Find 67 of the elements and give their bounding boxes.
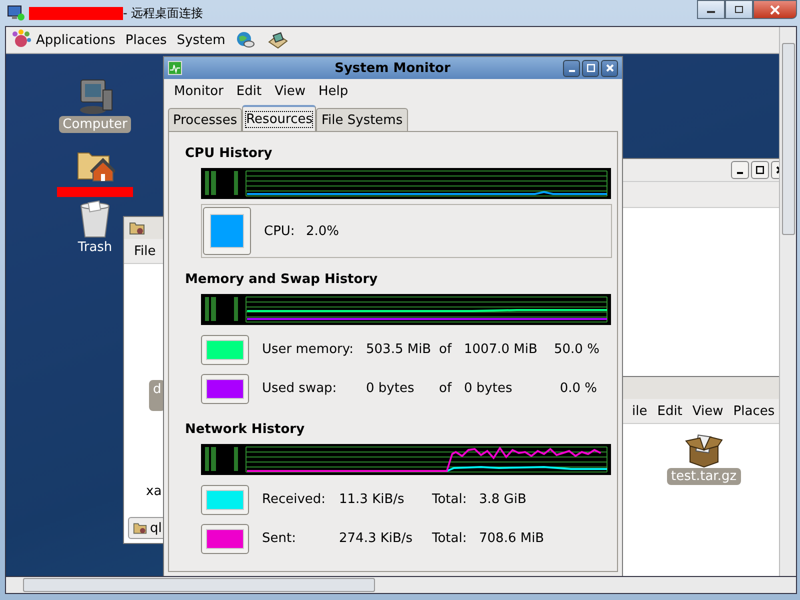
icon-label[interactable]: Trash: [74, 239, 116, 256]
color-button[interactable]: [201, 374, 249, 404]
panel-menu[interactable]: Places: [125, 32, 167, 48]
close-button[interactable]: [601, 60, 618, 76]
trash-icon[interactable]: [78, 199, 112, 239]
stat-text: Total:: [432, 492, 468, 507]
stat-text: 503.5 MiB: [366, 342, 432, 357]
stat-text: 3.8 GiB: [479, 492, 526, 507]
menu-item[interactable]: Monitor: [174, 84, 224, 98]
globe-icon[interactable]: [235, 30, 258, 50]
window-title: - 远程桌面连接: [123, 4, 204, 22]
stat-text: 0 bytes: [464, 381, 514, 396]
color-button[interactable]: [201, 484, 249, 514]
folder-icon: [133, 521, 147, 535]
stat-text: Used swap:: [262, 381, 338, 396]
stat-text: 11.3 KiB/s: [339, 492, 406, 507]
section-title: Memory and Swap History: [185, 272, 379, 287]
stat-text: 0.0 %: [558, 381, 597, 396]
monitor-graph-icon: [168, 61, 182, 75]
maximize-icon: [734, 6, 744, 14]
stat-text: CPU:: [264, 224, 296, 238]
stat-text: 274.3 KiB/s: [339, 531, 414, 546]
maximize-button[interactable]: [582, 60, 599, 76]
menu-item[interactable]: Places: [733, 404, 775, 418]
maximize-button[interactable]: [725, 0, 753, 19]
stat-text: Total:: [432, 531, 468, 546]
menu-item[interactable]: Edit: [657, 404, 682, 418]
window-title: System Monitor: [334, 60, 452, 76]
panel-menu[interactable]: System: [176, 32, 226, 48]
stat-text: 708.6 MiB: [479, 531, 544, 546]
vertical-scrollbar[interactable]: [779, 27, 796, 576]
close-icon: [769, 4, 781, 14]
maximize-icon: [586, 64, 594, 72]
menu-item[interactable]: Edit: [236, 84, 262, 98]
tab[interactable]: Resources: [242, 105, 316, 131]
close-icon: [606, 64, 614, 72]
color-button[interactable]: [201, 334, 249, 364]
section-title: Network History: [185, 422, 306, 437]
menu-item[interactable]: View: [274, 84, 306, 98]
stat-text: Sent:: [262, 531, 297, 546]
panel-menu[interactable]: Applications: [36, 32, 116, 48]
color-button[interactable]: [203, 207, 251, 255]
stat-text: of: [439, 381, 453, 396]
folder-icon: [129, 221, 145, 235]
stat-text: 0 bytes: [366, 381, 416, 396]
icon-label[interactable]: xa: [146, 482, 162, 501]
stat-text: 50.0 %: [554, 342, 597, 357]
maximize-button[interactable]: [751, 161, 769, 179]
stat-text: 2.0%: [306, 224, 340, 238]
minimize-button[interactable]: [697, 0, 725, 19]
minimize-button[interactable]: [731, 161, 749, 179]
color-button[interactable]: [201, 524, 249, 554]
section-title: CPU History: [185, 146, 274, 161]
stat-text: Received:: [262, 492, 327, 507]
box-icon[interactable]: [684, 434, 724, 468]
menu-item[interactable]: Help: [318, 84, 348, 98]
horizontal-scrollbar[interactable]: [5, 577, 797, 594]
remote-desktop-icon: [7, 5, 25, 21]
maximize-icon: [756, 166, 764, 174]
stat-text: 1007.0 MiB: [464, 342, 538, 357]
stat-text: User memory:: [262, 342, 355, 357]
tab[interactable]: File Systems: [316, 108, 408, 131]
tab[interactable]: Processes: [168, 108, 242, 131]
minimize-button[interactable]: [563, 60, 580, 76]
menu-item[interactable]: View: [692, 404, 724, 418]
menu-item[interactable]: ile: [632, 404, 648, 418]
stat-text: of: [439, 342, 453, 357]
